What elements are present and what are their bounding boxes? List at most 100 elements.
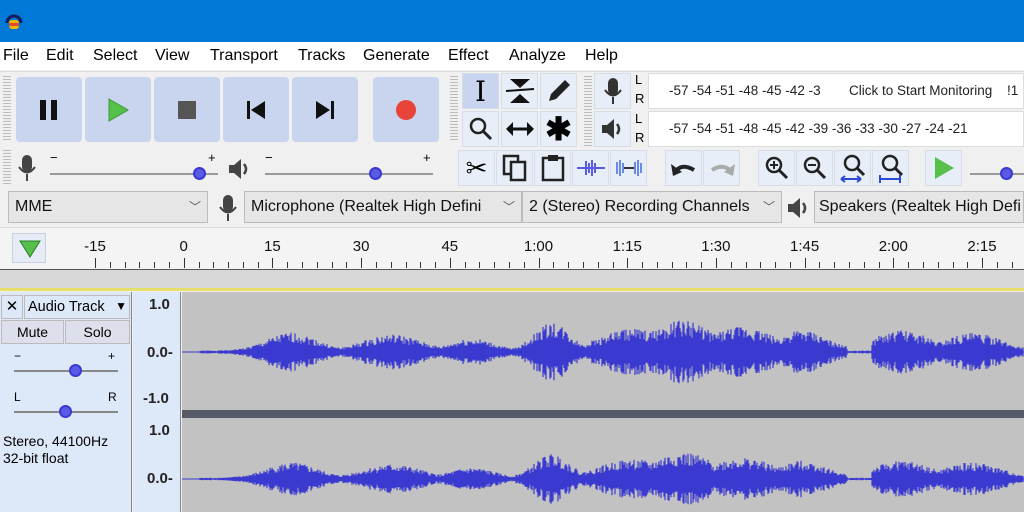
stop-icon xyxy=(178,100,196,119)
timeline-tick xyxy=(242,262,244,268)
trim-button[interactable] xyxy=(572,150,609,186)
cut-button[interactable]: ✂ xyxy=(458,150,495,186)
play-at-speed-button[interactable] xyxy=(925,150,962,186)
timeline-tick-label: 15 xyxy=(264,238,281,255)
slider-min-label: − xyxy=(50,150,58,165)
timeline-tick xyxy=(893,258,895,268)
toolbar-grip[interactable] xyxy=(3,150,11,184)
timeline-tick xyxy=(139,262,141,268)
timeline-tick xyxy=(701,262,703,268)
zoom-tool[interactable] xyxy=(462,111,499,147)
slider-thumb[interactable] xyxy=(1000,167,1013,180)
timeline-tick xyxy=(287,262,289,268)
fit-selection-button[interactable] xyxy=(834,150,871,186)
track-name-menu[interactable]: Audio Track ▼ xyxy=(24,295,130,319)
chevron-down-icon: ﹀ xyxy=(762,200,775,214)
menu-effect[interactable]: Effect xyxy=(448,47,489,65)
pan-left-label: L xyxy=(14,390,21,404)
pan-slider-thumb[interactable] xyxy=(59,405,72,418)
start-monitoring-prompt[interactable]: Click to Start Monitoring xyxy=(847,83,995,98)
undo-button[interactable] xyxy=(665,150,702,186)
menu-view[interactable]: View xyxy=(155,47,189,65)
zoom-out-button[interactable] xyxy=(796,150,833,186)
slider-max-label: + xyxy=(208,150,216,165)
timeline-tick xyxy=(819,262,821,268)
silence-button[interactable] xyxy=(610,150,647,186)
menu-select[interactable]: Select xyxy=(93,47,137,65)
paste-button[interactable] xyxy=(534,150,571,186)
multi-tool[interactable]: ✱ xyxy=(540,111,577,147)
menu-bar: File Edit Select View Transport Tracks G… xyxy=(0,42,1024,70)
menu-generate[interactable]: Generate xyxy=(363,47,430,65)
timeline-tick xyxy=(361,258,363,268)
menu-help[interactable]: Help xyxy=(585,47,618,65)
play-head-button[interactable] xyxy=(12,233,46,263)
playback-device-select[interactable]: Speakers (Realtek High Defi xyxy=(814,191,1024,223)
mute-button[interactable]: Mute xyxy=(1,320,64,344)
timeline-tick xyxy=(952,262,954,268)
menu-edit[interactable]: Edit xyxy=(46,47,74,65)
timeline-tick xyxy=(715,258,717,268)
audio-host-select[interactable]: MME ﹀ xyxy=(8,191,208,223)
recording-device-value: Microphone (Realtek High Defini xyxy=(251,198,482,215)
timeline-scrub-bar[interactable] xyxy=(0,269,1024,289)
timeline-tick xyxy=(420,262,422,268)
record-meter-button[interactable] xyxy=(594,73,631,109)
microphone-icon xyxy=(18,155,36,181)
skip-to-end-icon xyxy=(316,100,334,119)
silence-audio-icon xyxy=(615,160,642,176)
chevron-down-icon: ﹀ xyxy=(188,200,201,214)
track-control-panel[interactable]: ✕ Audio Track ▼ Mute Solo − + L R Stereo,… xyxy=(0,292,132,512)
timeline-tick xyxy=(435,262,437,268)
redo-button[interactable] xyxy=(703,150,740,186)
menu-transport[interactable]: Transport xyxy=(210,47,278,65)
playback-meter[interactable]: -57 -54 -51 -48 -45 -42 -39 -36 -33 -30 … xyxy=(648,111,1024,147)
playback-meter-button[interactable] xyxy=(594,111,631,147)
recording-device-select[interactable]: Microphone (Realtek High Defini ﹀ xyxy=(244,191,522,223)
skip-to-end-button[interactable] xyxy=(292,77,358,142)
envelope-icon xyxy=(505,79,534,103)
slider-thumb[interactable] xyxy=(193,167,206,180)
close-track-button[interactable]: ✕ xyxy=(1,295,23,319)
zoom-in-button[interactable] xyxy=(758,150,795,186)
pause-button[interactable] xyxy=(16,77,82,142)
record-button[interactable] xyxy=(373,77,439,142)
toolbar-grip[interactable] xyxy=(450,76,458,142)
copy-icon xyxy=(502,154,526,182)
trim-audio-icon xyxy=(576,160,605,176)
copy-button[interactable] xyxy=(496,150,533,186)
waveform-display[interactable] xyxy=(182,292,1024,512)
solo-button[interactable]: Solo xyxy=(65,320,130,344)
envelope-tool[interactable] xyxy=(501,73,538,109)
fit-project-button[interactable] xyxy=(872,150,909,186)
channel-separator xyxy=(182,410,1024,418)
play-speed-slider[interactable] xyxy=(970,173,1024,175)
record-meter[interactable]: -57 -54 -51 -48 -45 -42 -3 Click to Star… xyxy=(648,73,1024,109)
menu-tracks[interactable]: Tracks xyxy=(298,47,345,65)
skip-to-start-button[interactable] xyxy=(223,77,289,142)
stop-button[interactable] xyxy=(154,77,220,142)
menu-analyze[interactable]: Analyze xyxy=(509,47,566,65)
play-button[interactable] xyxy=(85,77,151,142)
menu-file[interactable]: File xyxy=(3,47,29,65)
timeline-tick xyxy=(124,262,126,268)
recording-channels-select[interactable]: 2 (Stereo) Recording Channels ﹀ xyxy=(522,191,782,223)
timeline-ruler[interactable]: -15 0 15 30 45 1:00 1:15 1:30 1:45 2:00 2:15 xyxy=(0,227,1024,269)
gain-slider[interactable] xyxy=(14,370,118,372)
slider-thumb[interactable] xyxy=(369,167,382,180)
timeline-tick xyxy=(272,258,274,268)
playback-volume-slider[interactable] xyxy=(265,173,433,175)
draw-tool[interactable] xyxy=(540,73,577,109)
timeline-tick xyxy=(982,258,983,268)
timeline-tick xyxy=(922,262,924,268)
gain-slider-thumb[interactable] xyxy=(69,364,83,377)
toolbar-grip[interactable] xyxy=(584,76,592,146)
play-triangle-icon xyxy=(19,240,41,258)
selection-tool[interactable]: I xyxy=(462,73,499,109)
ruler-label: -1.0 xyxy=(143,390,169,407)
toolbar-grip[interactable] xyxy=(3,76,11,142)
timeline-tick xyxy=(183,258,185,268)
timeline-tick xyxy=(863,262,865,268)
pan-right-label: R xyxy=(108,390,117,404)
time-shift-tool[interactable] xyxy=(501,111,538,147)
